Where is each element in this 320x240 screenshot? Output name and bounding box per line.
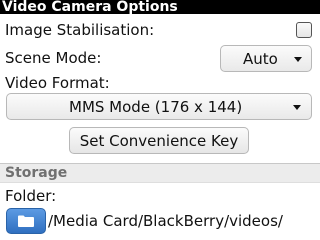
video-format-dropdown[interactable]: MMS Mode (176 x 144)	[6, 93, 312, 120]
folder-icon	[18, 215, 34, 227]
chevron-down-icon	[294, 56, 302, 62]
video-format-label: Video Format:	[5, 74, 110, 92]
folder-browse-button[interactable]	[6, 208, 46, 234]
scene-mode-value: Auto	[243, 49, 278, 68]
window-title: Video Camera Options	[0, 0, 320, 14]
storage-section-header: Storage	[0, 163, 320, 183]
folder-label: Folder:	[5, 187, 57, 205]
set-convenience-key-button[interactable]: Set Convenience Key	[69, 127, 249, 154]
scene-mode-label: Scene Mode:	[5, 49, 102, 67]
image-stabilisation-checkbox[interactable]	[296, 22, 312, 38]
image-stabilisation-label: Image Stabilisation:	[5, 21, 155, 39]
video-format-value: MMS Mode (176 x 144)	[69, 97, 243, 116]
scene-mode-dropdown[interactable]: Auto	[220, 45, 312, 72]
chevron-down-icon	[293, 104, 301, 110]
folder-path[interactable]: /Media Card/BlackBerry/videos/	[48, 211, 283, 231]
